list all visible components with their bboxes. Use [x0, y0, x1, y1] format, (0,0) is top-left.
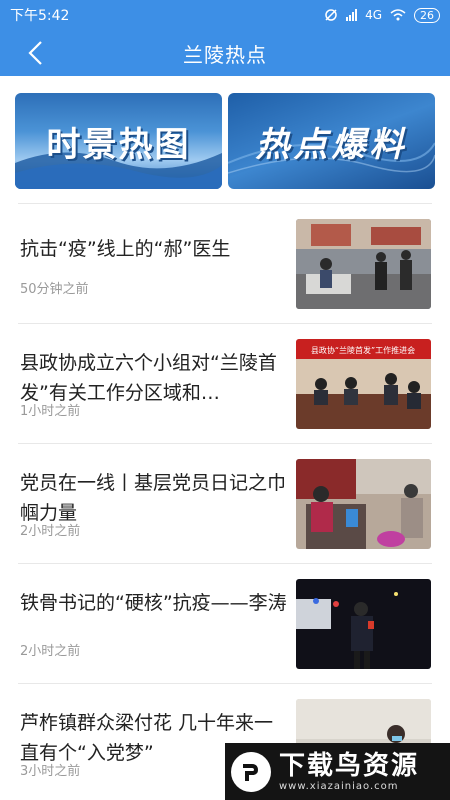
banner-label: 时景热图	[46, 124, 191, 165]
news-time: 2小时之前	[20, 644, 81, 659]
news-thumbnail: 县政协“兰陵首发”工作推进会	[296, 339, 431, 429]
watermark-title: 下载鸟资源	[279, 751, 420, 781]
banner-row: 时景热图 热点爆料	[15, 93, 435, 189]
news-thumbnail	[296, 459, 431, 549]
network-label: 4G	[365, 8, 382, 22]
wifi-icon	[390, 9, 406, 21]
news-item[interactable]: 抗击“疫”线上的“郝”医生 50分钟之前	[18, 203, 432, 323]
chevron-left-icon	[28, 41, 42, 65]
battery-icon: 26	[414, 7, 440, 23]
news-time: 3小时之前	[20, 764, 81, 779]
signal-icon	[346, 9, 358, 21]
status-icons: 4G 26	[324, 7, 440, 23]
page-title: 兰陵热点	[183, 42, 267, 67]
back-button[interactable]	[20, 38, 50, 68]
banner-hot-reports[interactable]: 热点爆料	[228, 93, 435, 189]
status-bar: 下午5:42 4G 26	[0, 0, 450, 30]
news-title: 铁骨书记的“硬核”抗疫——李涛	[20, 592, 287, 614]
news-time: 2小时之前	[20, 524, 81, 539]
alarm-icon	[325, 9, 337, 21]
status-time: 下午5:42	[10, 8, 70, 24]
news-title: 县政协成立六个小组对“兰陵首发”有关工作分区域和…	[20, 352, 277, 404]
title-bar: 兰陵热点	[0, 30, 450, 76]
watermark: 下载鸟资源 www.xiazainiao.com	[225, 743, 450, 800]
watermark-url: www.xiazainiao.com	[279, 781, 399, 792]
thumb-caption: 县政协“兰陵首发”工作推进会	[311, 345, 415, 355]
bird-logo-icon	[231, 751, 271, 792]
news-item[interactable]: 县政协成立六个小组对“兰陵首发”有关工作分区域和… 1小时之前 县政协“兰陵首发…	[18, 323, 432, 443]
news-time: 50分钟之前	[20, 282, 89, 297]
news-thumbnail	[296, 579, 431, 669]
news-title: 抗击“疫”线上的“郝”医生	[20, 238, 231, 260]
news-thumbnail	[296, 219, 431, 309]
news-title: 党员在一线丨基层党员日记之巾帼力量	[20, 472, 287, 524]
news-item[interactable]: 党员在一线丨基层党员日记之巾帼力量 2小时之前	[18, 443, 432, 563]
banner-label: 热点爆料	[255, 124, 408, 165]
banner-hot-pictures[interactable]: 时景热图	[15, 93, 222, 189]
news-time: 1小时之前	[20, 404, 81, 419]
news-item[interactable]: 铁骨书记的“硬核”抗疫——李涛 2小时之前	[18, 563, 432, 683]
